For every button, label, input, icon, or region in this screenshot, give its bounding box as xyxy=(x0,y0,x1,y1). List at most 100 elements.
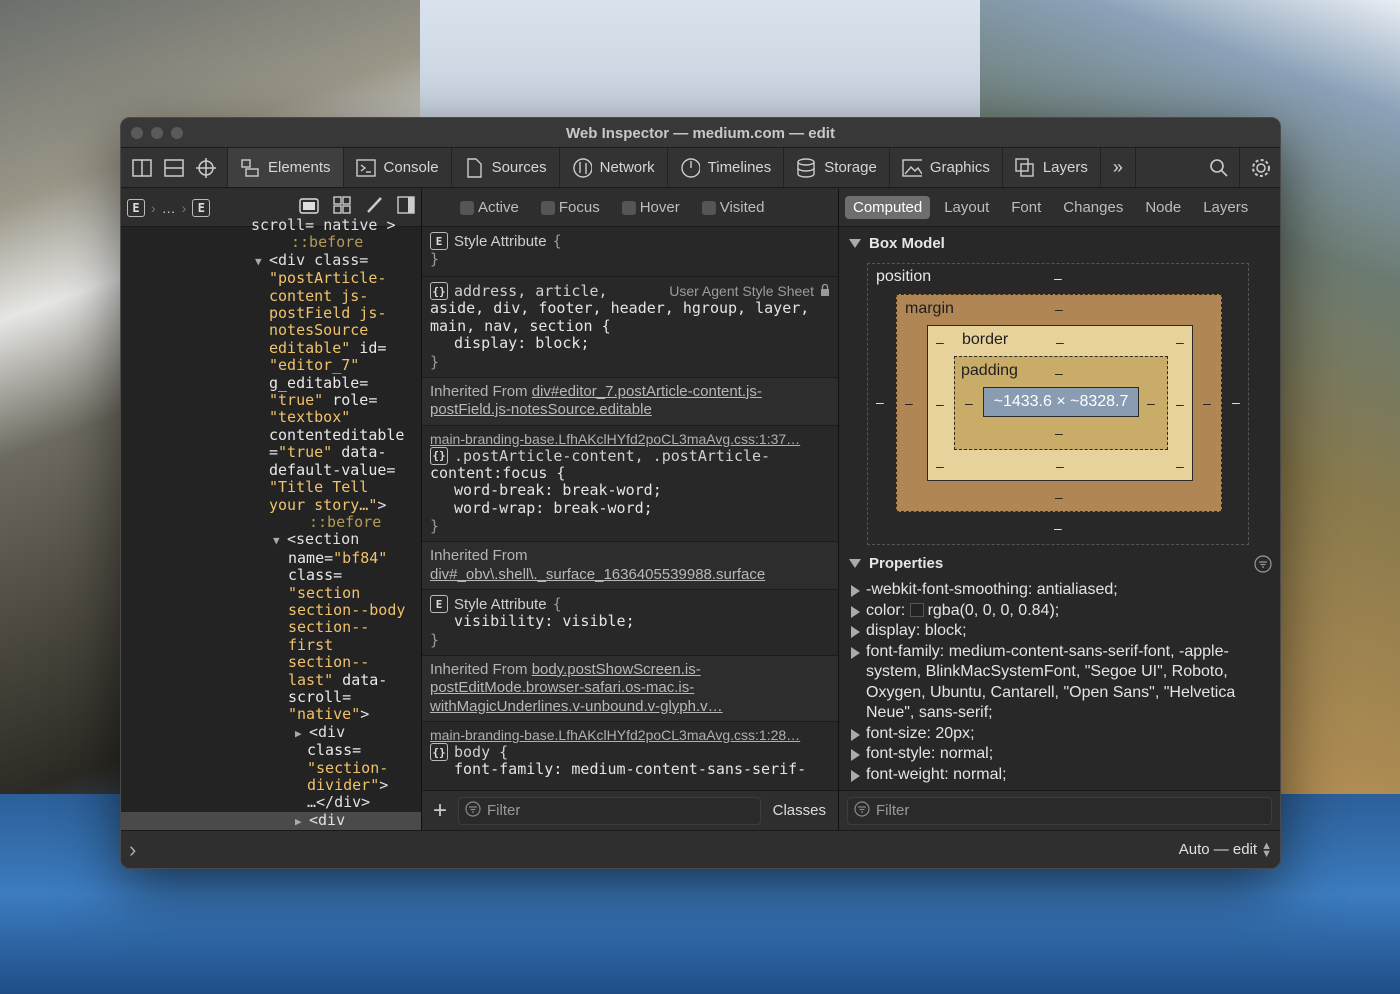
dom-node-line[interactable]: "postArticle- xyxy=(121,270,421,287)
expand-triangle-icon[interactable] xyxy=(851,728,860,741)
pseudo-visited-toggle[interactable]: Visited xyxy=(701,199,765,216)
expand-triangle-icon[interactable] xyxy=(851,769,860,782)
tab-layout[interactable]: Layout xyxy=(936,196,997,219)
dom-node-line[interactable]: postField js- xyxy=(121,304,421,322)
inspect-target-icon[interactable] xyxy=(195,157,217,179)
dom-node-line[interactable]: contenteditable xyxy=(121,426,421,444)
expand-triangle-icon[interactable] xyxy=(851,646,860,659)
margin-top[interactable]: – xyxy=(1055,301,1063,317)
position-right[interactable]: – xyxy=(1232,394,1240,410)
tab-graphics[interactable]: Graphics xyxy=(890,148,1003,187)
padding-bottom[interactable]: – xyxy=(1055,425,1063,441)
margin-right[interactable]: – xyxy=(1203,395,1211,411)
filter-options-icon[interactable] xyxy=(1254,555,1272,577)
css-property[interactable]: visibility: visible; xyxy=(430,612,830,631)
style-attribute-rule[interactable]: E Style Attribute { } xyxy=(422,227,838,277)
css-property[interactable]: display: block; xyxy=(430,334,830,353)
tab-layers[interactable]: Layers xyxy=(1195,196,1256,219)
dock-side-icon[interactable] xyxy=(131,157,153,179)
computed-property[interactable]: font-style: normal; xyxy=(851,744,1270,765)
css-property[interactable]: word-wrap: break-word; xyxy=(430,499,830,518)
padding-top[interactable]: – xyxy=(1055,365,1063,381)
dom-node-line[interactable]: ▼ <section xyxy=(121,531,421,549)
tab-storage[interactable]: Storage xyxy=(784,148,890,187)
tab-font[interactable]: Font xyxy=(1003,196,1049,219)
computed-property[interactable]: display: block; xyxy=(851,621,1270,642)
tab-elements[interactable]: Elements xyxy=(228,148,344,187)
dom-node-line[interactable]: ::before xyxy=(121,234,421,251)
dom-node-line[interactable]: "editor_7" xyxy=(121,357,421,374)
dom-node-line[interactable]: g_editable= xyxy=(121,374,421,392)
dom-node-line[interactable]: ▶ <div xyxy=(121,811,421,830)
pseudo-focus-toggle[interactable]: Focus xyxy=(540,199,600,216)
border-top[interactable]: – xyxy=(1056,334,1064,350)
tab-sources[interactable]: Sources xyxy=(452,148,560,187)
dom-node-line[interactable]: name="bf84" xyxy=(121,549,421,567)
tab-timelines[interactable]: Timelines xyxy=(668,148,785,187)
disclosure-triangle-icon[interactable]: ▶ xyxy=(295,725,309,742)
expand-triangle-icon[interactable] xyxy=(851,626,860,638)
console-prompt-icon[interactable]: › xyxy=(129,837,136,863)
computed-property[interactable]: -webkit-font-smoothing: antialiased; xyxy=(851,580,1270,601)
styles-filter-input[interactable]: Filter xyxy=(458,796,761,825)
expand-triangle-icon[interactable] xyxy=(851,749,860,761)
padding-left[interactable]: – xyxy=(965,395,973,411)
dom-node-line[interactable]: class= xyxy=(121,566,421,584)
dom-node-line[interactable]: section-- xyxy=(121,653,421,671)
dom-node-line[interactable]: scroll= native > xyxy=(121,216,421,234)
expand-triangle-icon[interactable] xyxy=(851,605,860,618)
disclosure-triangle-icon[interactable]: ▶ xyxy=(295,813,309,830)
dom-node-line[interactable]: ::before xyxy=(121,513,421,531)
dom-node-line[interactable]: "textbox" xyxy=(121,409,421,426)
computed-property[interactable]: font-size: 20px; xyxy=(851,724,1270,745)
dom-node-line[interactable]: section-- xyxy=(121,619,421,636)
sidebar-toggle-icon[interactable] xyxy=(397,196,415,219)
dom-node-line[interactable]: editable" id= xyxy=(121,339,421,357)
dom-node-line[interactable]: scroll= xyxy=(121,688,421,706)
position-left[interactable]: – xyxy=(876,394,884,410)
dock-bottom-icon[interactable] xyxy=(163,157,185,179)
classes-button[interactable]: Classes xyxy=(769,802,830,819)
tab-layers[interactable]: Layers xyxy=(1003,148,1101,187)
css-property-partial[interactable]: font-family: medium-content-sans-serif- xyxy=(430,760,830,779)
border-left[interactable]: – xyxy=(936,396,944,412)
dom-node-line[interactable]: "native"> xyxy=(121,706,421,723)
search-button[interactable] xyxy=(1199,148,1240,187)
disclosure-triangle-icon[interactable]: ▼ xyxy=(273,532,287,549)
body-rule[interactable]: main-branding-base.LfhAKclHYfd2poCL3maAv… xyxy=(422,722,838,785)
settings-button[interactable] xyxy=(1240,148,1280,187)
dom-tree[interactable]: scroll= native >::before ▼ <div class= "pos… xyxy=(121,216,421,830)
dom-node-line[interactable]: default-value= xyxy=(121,461,421,479)
breadcrumb-element-icon[interactable]: E xyxy=(127,198,145,217)
tab-changes[interactable]: Changes xyxy=(1055,196,1131,219)
color-swatch[interactable] xyxy=(909,602,924,617)
tab-node[interactable]: Node xyxy=(1137,196,1189,219)
expand-triangle-icon[interactable] xyxy=(851,585,860,597)
dom-node-line[interactable]: last" data- xyxy=(121,671,421,689)
dom-node-line[interactable]: ▼ <div class= xyxy=(121,251,421,270)
user-agent-rule[interactable]: {} address, article, User Agent Style Sh… xyxy=(422,277,838,378)
tab-console[interactable]: Console xyxy=(344,148,452,187)
more-tabs-button[interactable]: » xyxy=(1101,148,1136,187)
execution-context-selector[interactable]: Auto — edit ▲ ▼ xyxy=(1179,840,1272,859)
breadcrumb-element-icon[interactable]: E xyxy=(192,198,211,217)
tab-network[interactable]: Network xyxy=(560,148,668,187)
css-property[interactable]: word-break: break-word; xyxy=(430,481,830,500)
style-attribute-rule[interactable]: E Style Attribute { visibility: visible;… xyxy=(422,590,838,656)
postarticle-rule[interactable]: main-branding-base.LfhAKclHYfd2poCL3maAv… xyxy=(422,426,838,542)
dom-node-line[interactable]: "section xyxy=(121,584,421,602)
margin-left[interactable]: – xyxy=(905,395,913,411)
computed-property[interactable]: font-family: medium-content-sans-serif-f… xyxy=(851,642,1270,724)
disclosure-triangle-icon[interactable]: ▼ xyxy=(255,253,269,270)
position-top[interactable]: – xyxy=(1054,270,1062,286)
border-bottom[interactable]: – xyxy=(1056,458,1064,474)
stylesheet-link[interactable]: main-branding-base.LfhAKclHYfd2poCL3maAv… xyxy=(430,727,830,743)
breadcrumb-ellipsis[interactable]: … xyxy=(162,200,176,216)
dom-node-line[interactable]: first xyxy=(121,636,421,654)
stylesheet-link[interactable]: main-branding-base.LfhAKclHYfd2poCL3maAv… xyxy=(430,431,830,447)
dom-node-line[interactable]: ="true" data- xyxy=(121,444,421,461)
dom-node-line[interactable]: "section- xyxy=(121,759,421,777)
properties-header[interactable]: Properties xyxy=(839,547,1280,580)
dom-node-line[interactable]: content js- xyxy=(121,287,421,305)
border-right[interactable]: – xyxy=(1176,396,1184,412)
